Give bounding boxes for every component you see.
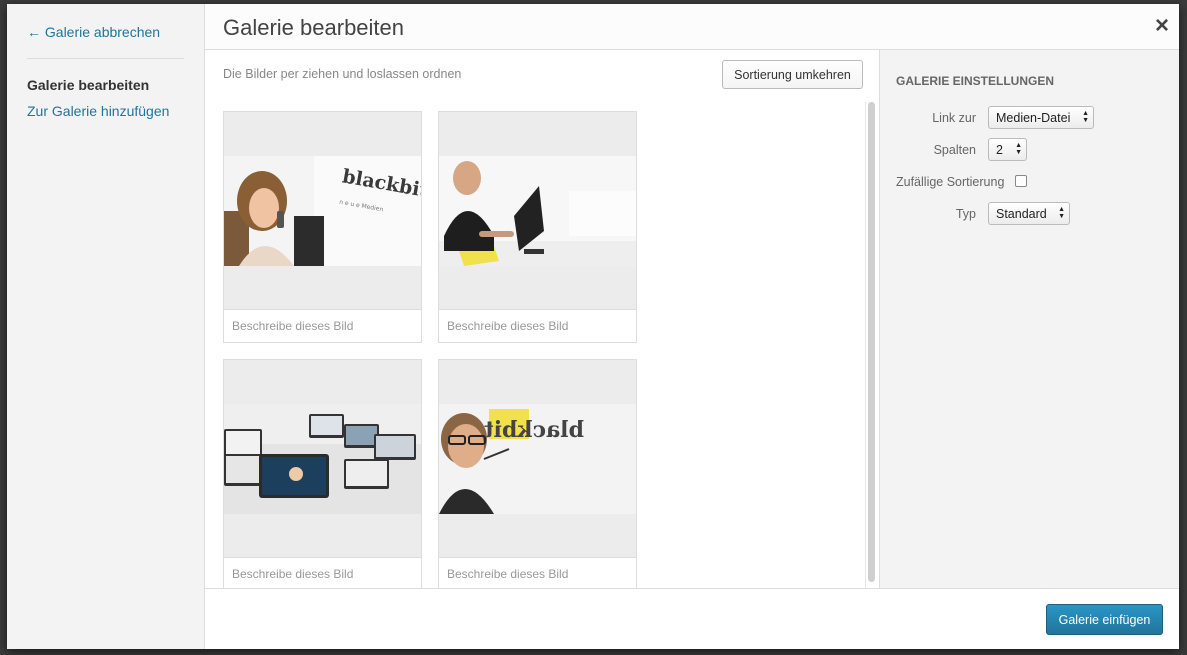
image-woman-phone: blackbit n e u e Medien bbox=[224, 156, 421, 266]
attachment-item[interactable]: blackbit n e u e Medien Beschreibe diese… bbox=[223, 111, 422, 343]
modal-title: Galerie bearbeiten bbox=[223, 15, 405, 40]
image-man-with-logo: blackbit bbox=[439, 404, 636, 514]
attachment-item[interactable]: Beschreibe dieses Bild bbox=[438, 111, 637, 343]
thumbnail-frame: blackbit bbox=[439, 360, 636, 557]
random-order-checkbox[interactable] bbox=[1015, 175, 1027, 187]
random-order-label: Zufällige Sortierung bbox=[896, 175, 1005, 189]
columns-value: 2 bbox=[996, 143, 1003, 157]
thumbnail-frame bbox=[224, 360, 421, 557]
caption-input[interactable]: Beschreibe dieses Bild bbox=[224, 309, 421, 342]
thumbnail-frame: blackbit n e u e Medien bbox=[224, 112, 421, 309]
menu-item-edit-gallery[interactable]: Galerie bearbeiten bbox=[27, 77, 149, 93]
close-icon[interactable]: × bbox=[1155, 12, 1169, 40]
image-man-at-computer bbox=[439, 156, 636, 266]
caption-input[interactable]: Beschreibe dieses Bild bbox=[439, 309, 636, 342]
type-select[interactable]: Standard ▲ ▼ bbox=[988, 202, 1070, 225]
settings-heading: Galerie Einstellungen bbox=[896, 74, 1055, 88]
type-value: Standard bbox=[996, 207, 1047, 221]
columns-select[interactable]: 2 ▲ ▼ bbox=[988, 138, 1027, 161]
scrollbar-thumb[interactable] bbox=[868, 102, 875, 582]
thumbnail-frame bbox=[439, 112, 636, 309]
sort-instructions: Die Bilder per ziehen und loslassen ordn… bbox=[223, 67, 462, 81]
modal-toolbar: Galerie einfügen bbox=[205, 588, 1179, 649]
link-to-select[interactable]: Medien-Datei ▲ ▼ bbox=[988, 106, 1094, 129]
select-arrows-icon: ▲ ▼ bbox=[1082, 110, 1089, 124]
menu-separator bbox=[27, 58, 184, 59]
gallery-settings-sidebar: Galerie Einstellungen Link zur Medien-Da… bbox=[879, 50, 1179, 588]
caption-input[interactable]: Beschreibe dieses Bild bbox=[224, 557, 421, 590]
attachments-browser: Die Bilder per ziehen und loslassen ordn… bbox=[205, 50, 879, 591]
modal-title-bar: Galerie bearbeiten × bbox=[205, 4, 1179, 50]
cancel-gallery-link[interactable]: ← Galerie abbrechen bbox=[27, 24, 160, 40]
reverse-order-button[interactable]: Sortierung umkehren bbox=[722, 60, 863, 89]
gallery-modal: ← Galerie abbrechen Galerie bearbeiten Z… bbox=[7, 4, 1179, 649]
caption-input[interactable]: Beschreibe dieses Bild bbox=[439, 557, 636, 590]
image-screens-collage bbox=[224, 404, 421, 514]
select-arrows-icon: ▲ ▼ bbox=[1058, 206, 1065, 220]
attachment-item[interactable]: blackbit Beschreibe dieses Bild bbox=[438, 359, 637, 591]
insert-gallery-button[interactable]: Galerie einfügen bbox=[1046, 604, 1163, 635]
media-menu: ← Galerie abbrechen Galerie bearbeiten Z… bbox=[7, 4, 205, 649]
columns-label: Spalten bbox=[933, 143, 976, 157]
attachment-item[interactable]: Beschreibe dieses Bild bbox=[223, 359, 422, 591]
link-to-value: Medien-Datei bbox=[996, 111, 1071, 125]
menu-item-add-to-gallery[interactable]: Zur Galerie hinzufügen bbox=[27, 103, 169, 119]
type-label: Typ bbox=[955, 207, 976, 221]
svg-text:blackbit: blackbit bbox=[483, 417, 584, 443]
link-to-label: Link zur bbox=[932, 111, 976, 125]
select-arrows-icon: ▲ ▼ bbox=[1015, 142, 1022, 156]
